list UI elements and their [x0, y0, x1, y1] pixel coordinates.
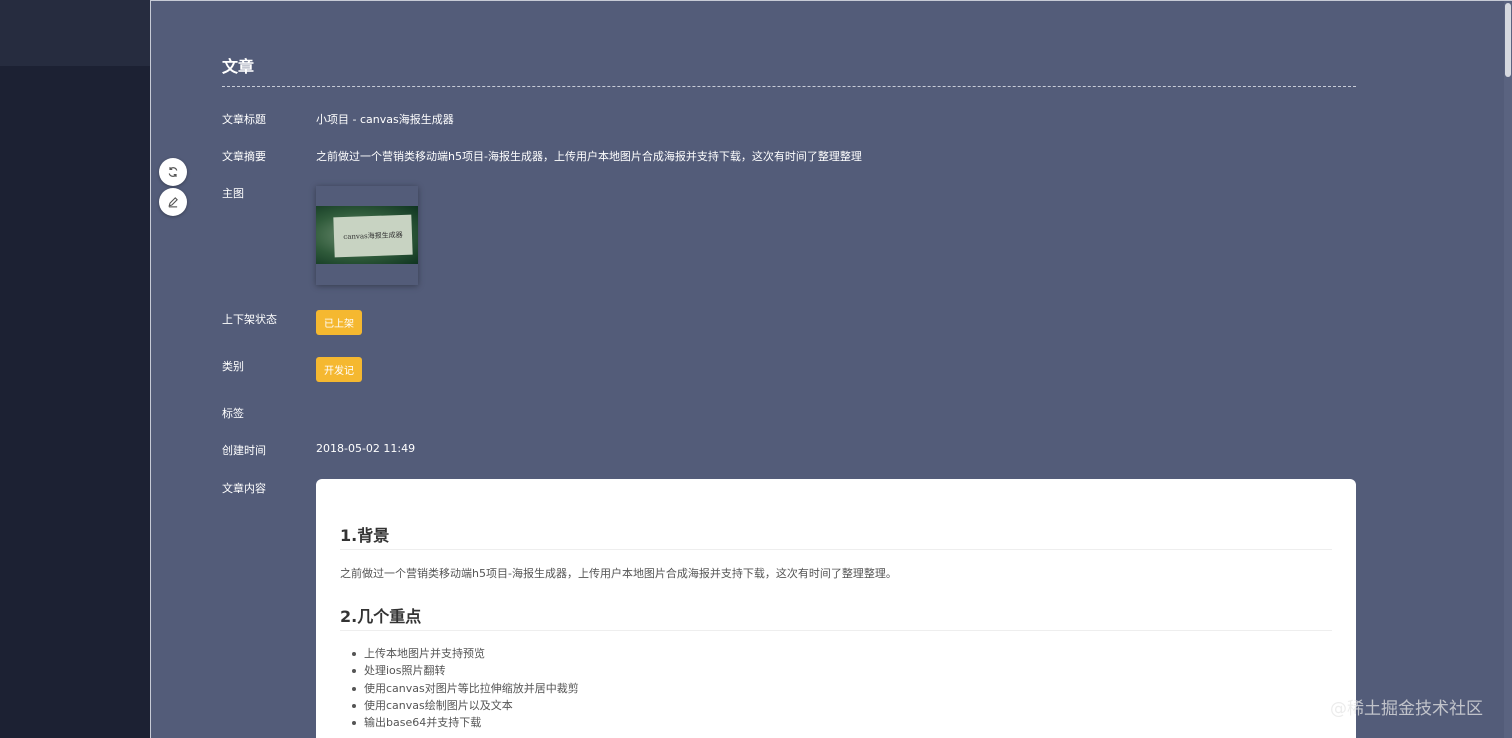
sidebar [0, 66, 151, 738]
summary-label: 文章摘要 [222, 150, 266, 163]
list-item: 输出base64并支持下载 [340, 714, 579, 731]
content-heading-1: 1.背景 [340, 526, 390, 545]
created-value: 2018-05-02 11:49 [316, 442, 416, 455]
article-content: 1.背景 之前做过一个营销类移动端h5项目-海报生成器，上传用户本地图片合成海报… [316, 479, 1356, 738]
edit-icon [168, 197, 178, 208]
sidebar-header [0, 0, 151, 66]
content-label: 文章内容 [222, 482, 266, 495]
refresh-button[interactable] [159, 158, 187, 186]
main-image-card[interactable]: canvas海报生成器 [316, 186, 418, 285]
list-item: 上传本地图片并支持预览 [340, 645, 579, 662]
article-title-label: 文章标题 [222, 113, 266, 126]
status-label: 上下架状态 [222, 313, 277, 326]
list-item: 使用canvas绘制图片以及文本 [340, 697, 579, 714]
tags-label: 标签 [222, 407, 244, 420]
content-paragraph: 之前做过一个营销类移动端h5项目-海报生成器，上传用户本地图片合成海报并支持下载… [340, 567, 897, 580]
title-divider [222, 86, 1356, 87]
heading-rule [340, 630, 1332, 631]
list-item: 使用canvas对图片等比拉伸缩放并居中裁剪 [340, 680, 579, 697]
page-title: 文章 [222, 57, 255, 76]
status-badge[interactable]: 已上架 [316, 310, 362, 335]
article-title-value: 小项目 - canvas海报生成器 [316, 113, 454, 126]
category-label: 类别 [222, 360, 244, 373]
list-item: 处理ios照片翻转 [340, 662, 579, 679]
main-image-label: 主图 [222, 187, 244, 200]
edit-button[interactable] [159, 188, 187, 216]
scrollbar[interactable] [1504, 1, 1512, 738]
created-label: 创建时间 [222, 444, 266, 457]
refresh-icon [168, 167, 178, 177]
content-heading-2: 2.几个重点 [340, 607, 422, 626]
scrollbar-thumb[interactable] [1505, 3, 1511, 77]
summary-value: 之前做过一个营销类移动端h5项目-海报生成器，上传用户本地图片合成海报并支持下载… [316, 150, 862, 163]
content-list: 上传本地图片并支持预览 处理ios照片翻转 使用canvas对图片等比拉伸缩放并… [340, 645, 579, 731]
main-image-caption: canvas海报生成器 [333, 214, 413, 258]
heading-rule [340, 549, 1332, 550]
watermark: @稀土掘金技术社区 [1330, 699, 1483, 719]
main-image: canvas海报生成器 [316, 206, 418, 264]
category-badge[interactable]: 开发记 [316, 357, 362, 382]
